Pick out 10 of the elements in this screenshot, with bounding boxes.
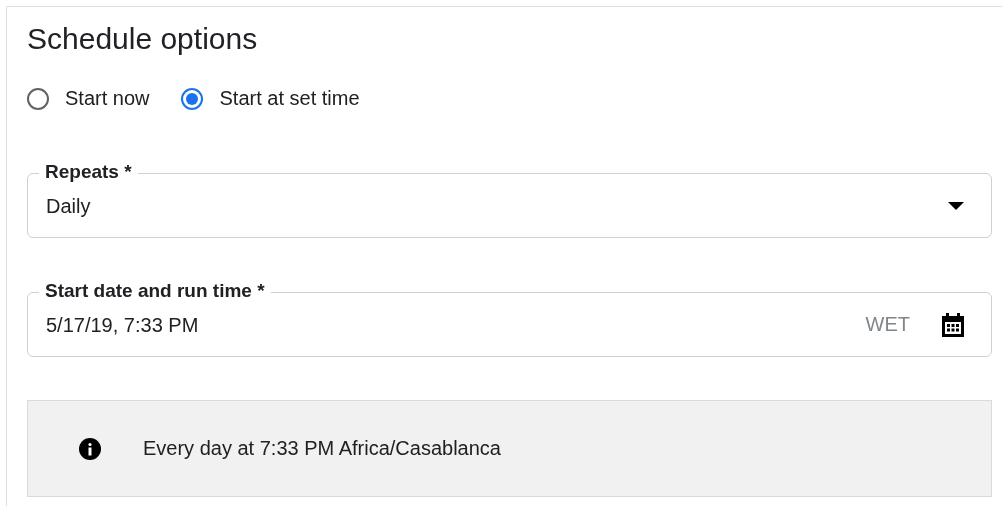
field-value: Daily xyxy=(46,195,92,218)
caret-icon xyxy=(948,201,964,210)
timezone-text: WET xyxy=(865,313,910,336)
info-text: Every day at 7:33 PM Africa/Casablanca xyxy=(143,437,501,460)
section-title: Schedule options xyxy=(27,21,259,57)
radio-option[interactable]: Start now xyxy=(27,87,150,110)
field-value: 5/17/19, 7:33 PM xyxy=(46,314,200,337)
calendar-icon[interactable] xyxy=(940,311,966,338)
radio-option[interactable]: Start at set time xyxy=(181,87,360,110)
info-icon xyxy=(79,437,101,460)
